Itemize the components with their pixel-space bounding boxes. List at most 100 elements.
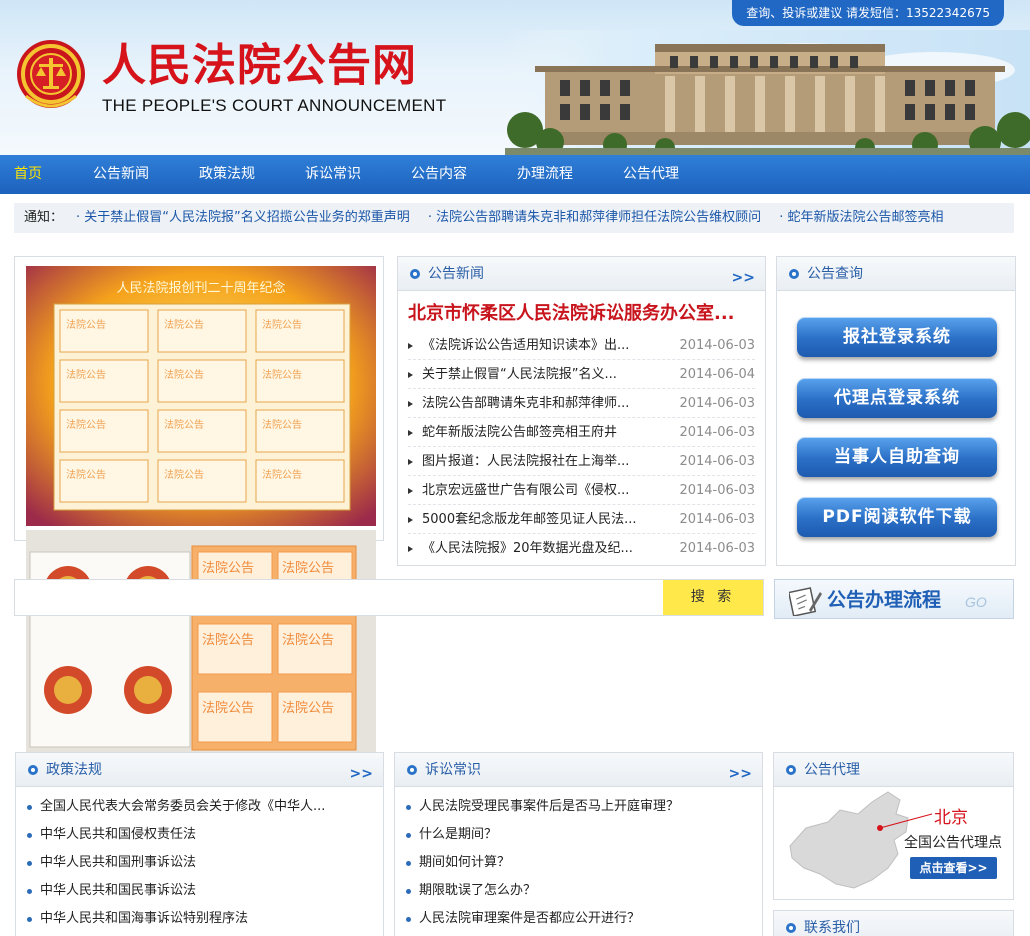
- notice-bar: 通知： · 关于禁止假冒“人民法院报”名义招揽公告业务的郑重声明 · 法院公告部…: [14, 203, 1014, 233]
- policy-item[interactable]: 中华人民共和国民事诉讼法: [26, 877, 373, 905]
- nav-item-agent[interactable]: 公告代理: [623, 155, 729, 194]
- dragon-stamp-photo-image[interactable]: 法院公告 法院公告 法院公告 法院公告 法院公告 法院公告: [26, 530, 376, 788]
- bullet-icon: [410, 269, 420, 279]
- policy-panel-title[interactable]: 政策法规: [46, 753, 102, 787]
- arrow-right-icon: [408, 430, 413, 436]
- knowledge-item[interactable]: 人民法院审理案件是否都应公开进行？: [405, 905, 752, 933]
- nav-item-process[interactable]: 办理流程: [517, 155, 623, 194]
- news-more-link[interactable]: >>: [732, 261, 755, 295]
- news-item[interactable]: 《人民法院报》20年数据光盘及纪... 2014-06-03: [408, 534, 755, 563]
- main-nav: 首页 公告新闻 政策法规 诉讼常识 公告内容 办理流程 公告代理: [0, 155, 1030, 194]
- nav-item-news[interactable]: 公告新闻: [93, 155, 199, 194]
- court-emblem-icon: [17, 40, 85, 108]
- news-item[interactable]: 《法院诉讼公告适用知识读本》出... 2014-06-03: [408, 331, 755, 360]
- news-item[interactable]: 蛇年新版法院公告邮签亮相王府井 2014-06-03: [408, 418, 755, 447]
- news-list: 《法院诉讼公告适用知识读本》出... 2014-06-03 关于禁止假冒“人民法院…: [398, 331, 765, 563]
- agent-login-button[interactable]: 代理点登录系统: [797, 378, 997, 418]
- svg-text:法院公告: 法院公告: [164, 418, 204, 431]
- news-headline[interactable]: 北京市怀柔区人民法院诉讼服务办公室...: [398, 291, 765, 331]
- press-login-button[interactable]: 报社登录系统: [797, 317, 997, 357]
- bullet-icon: [406, 861, 411, 866]
- bullet-icon: [27, 833, 32, 838]
- news-item[interactable]: 5000套纪念版龙年邮签见证人民法... 2014-06-03: [408, 505, 755, 534]
- svg-text:法院公告: 法院公告: [202, 633, 254, 648]
- knowledge-item[interactable]: 期限耽误了怎么办？: [405, 877, 752, 905]
- contact-panel: 联系我们: [773, 910, 1014, 936]
- courthouse-image: [505, 30, 1030, 155]
- svg-text:法院公告: 法院公告: [202, 561, 254, 576]
- pdf-reader-download-button[interactable]: PDF阅读软件下载: [797, 497, 997, 537]
- svg-text:法院公告: 法院公告: [202, 701, 254, 716]
- knowledge-list: 人民法院受理民事案件后是否马上开庭审理？ 什么是期间？ 期间如何计算？ 期限耽误…: [395, 787, 762, 933]
- svg-text:法院公告: 法院公告: [164, 468, 204, 481]
- svg-text:法院公告: 法院公告: [262, 368, 302, 381]
- agent-panel-title[interactable]: 公告代理: [804, 753, 860, 787]
- search-input[interactable]: [14, 579, 764, 616]
- bullet-icon: [406, 889, 411, 894]
- knowledge-panel: 诉讼常识 >> 人民法院受理民事案件后是否马上开庭审理？ 什么是期间？ 期间如何…: [394, 752, 763, 936]
- svg-text:法院公告: 法院公告: [164, 318, 204, 331]
- policy-item[interactable]: 中华人民共和国侵权责任法: [26, 821, 373, 849]
- bullet-icon: [789, 269, 799, 279]
- policy-item[interactable]: 全国人民代表大会常务委员会关于修改《中华人...: [26, 793, 373, 821]
- query-panel-title: 公告查询: [807, 266, 863, 282]
- notice-link[interactable]: · 关于禁止假冒“人民法院报”名义招揽公告业务的郑重声明: [76, 210, 410, 225]
- notice-link[interactable]: · 蛇年新版法院公告邮签亮相: [779, 210, 943, 225]
- svg-text:法院公告: 法院公告: [164, 368, 204, 381]
- view-agents-button[interactable]: 点击查看>>: [910, 857, 997, 879]
- knowledge-item[interactable]: 什么是期间？: [405, 821, 752, 849]
- go-link: GO: [965, 594, 987, 610]
- arrow-right-icon: [408, 372, 413, 378]
- self-query-button[interactable]: 当事人自助查询: [797, 437, 997, 477]
- commemorative-stamp-sheet-image[interactable]: 人民法院报创刊二十周年纪念 法院公告 法院公告 法院公告 法院公告 法院公告 法院公告 …: [26, 266, 376, 526]
- site-logo-subtitle: THE PEOPLE'S COURT ANNOUNCEMENT: [102, 96, 447, 115]
- stamp-sheet-title: 人民法院报创刊二十周年纪念: [116, 280, 285, 296]
- svg-text:法院公告: 法院公告: [66, 368, 106, 381]
- svg-text:法院公告: 法院公告: [282, 633, 334, 648]
- policy-item[interactable]: 中华人民共和国刑事诉讼法: [26, 849, 373, 877]
- process-flow-banner[interactable]: 公告办理流程 GO: [774, 579, 1014, 619]
- news-item[interactable]: 北京宏远盛世广告有限公司《侵权... 2014-06-03: [408, 476, 755, 505]
- policy-item[interactable]: 中华人民共和国海事诉讼特别程序法: [26, 905, 373, 933]
- agent-city-label: 北京: [934, 808, 968, 828]
- news-item[interactable]: 法院公告部聘请朱克非和郝萍律师... 2014-06-03: [408, 389, 755, 418]
- news-panel-header: 公告新闻 >>: [398, 257, 765, 291]
- news-item[interactable]: 图片报道：人民法院报社在上海举... 2014-06-03: [408, 447, 755, 476]
- svg-text:法院公告: 法院公告: [282, 561, 334, 576]
- policy-list: 全国人民代表大会常务委员会关于修改《中华人... 中华人民共和国侵权责任法 中华…: [16, 787, 383, 933]
- bullet-icon: [786, 765, 796, 775]
- bullet-icon: [27, 805, 32, 810]
- agent-panel-header: 公告代理: [774, 753, 1013, 787]
- arrow-right-icon: [408, 343, 413, 349]
- search-button[interactable]: 搜 索: [663, 580, 763, 615]
- site-header: 查询、投诉或建议 请发短信：13522342675 人民法院公告网 THE PE…: [0, 0, 1030, 155]
- site-logo-title[interactable]: 人民法院公告网: [102, 38, 417, 94]
- nav-item-home[interactable]: 首页: [14, 155, 93, 194]
- nav-item-knowledge[interactable]: 诉讼常识: [305, 155, 411, 194]
- notice-link[interactable]: · 法院公告部聘请朱克非和郝萍律师担任法院公告维权顾问: [428, 210, 761, 225]
- policy-panel-header: 政策法规 >>: [16, 753, 383, 787]
- page: 查询、投诉或建议 请发短信：13522342675 人民法院公告网 THE PE…: [0, 0, 1030, 936]
- nav-item-content[interactable]: 公告内容: [411, 155, 517, 194]
- nav-item-policy[interactable]: 政策法规: [199, 155, 305, 194]
- knowledge-item[interactable]: 人民法院受理民事案件后是否马上开庭审理？: [405, 793, 752, 821]
- svg-text:法院公告: 法院公告: [282, 701, 334, 716]
- knowledge-item[interactable]: 期间如何计算？: [405, 849, 752, 877]
- bullet-icon: [406, 805, 411, 810]
- bullet-icon: [27, 889, 32, 894]
- arrow-right-icon: [408, 401, 413, 407]
- bullet-icon: [407, 765, 417, 775]
- agent-subtitle: 全国公告代理点: [904, 835, 1002, 851]
- knowledge-more-link[interactable]: >>: [729, 757, 752, 791]
- knowledge-panel-title[interactable]: 诉讼常识: [425, 753, 481, 787]
- bullet-icon: [27, 861, 32, 866]
- policy-more-link[interactable]: >>: [350, 757, 373, 791]
- query-panel-header: 公告查询: [777, 257, 1015, 291]
- contact-panel-title[interactable]: 联系我们: [804, 911, 860, 936]
- process-flow-title: 公告办理流程: [827, 589, 942, 611]
- news-item[interactable]: 关于禁止假冒“人民法院报”名义... 2014-06-04: [408, 360, 755, 389]
- arrow-right-icon: [408, 488, 413, 494]
- hotline-bar: 查询、投诉或建议 请发短信：13522342675: [732, 0, 1004, 26]
- news-panel-title[interactable]: 公告新闻: [428, 257, 484, 291]
- svg-text:法院公告: 法院公告: [66, 418, 106, 431]
